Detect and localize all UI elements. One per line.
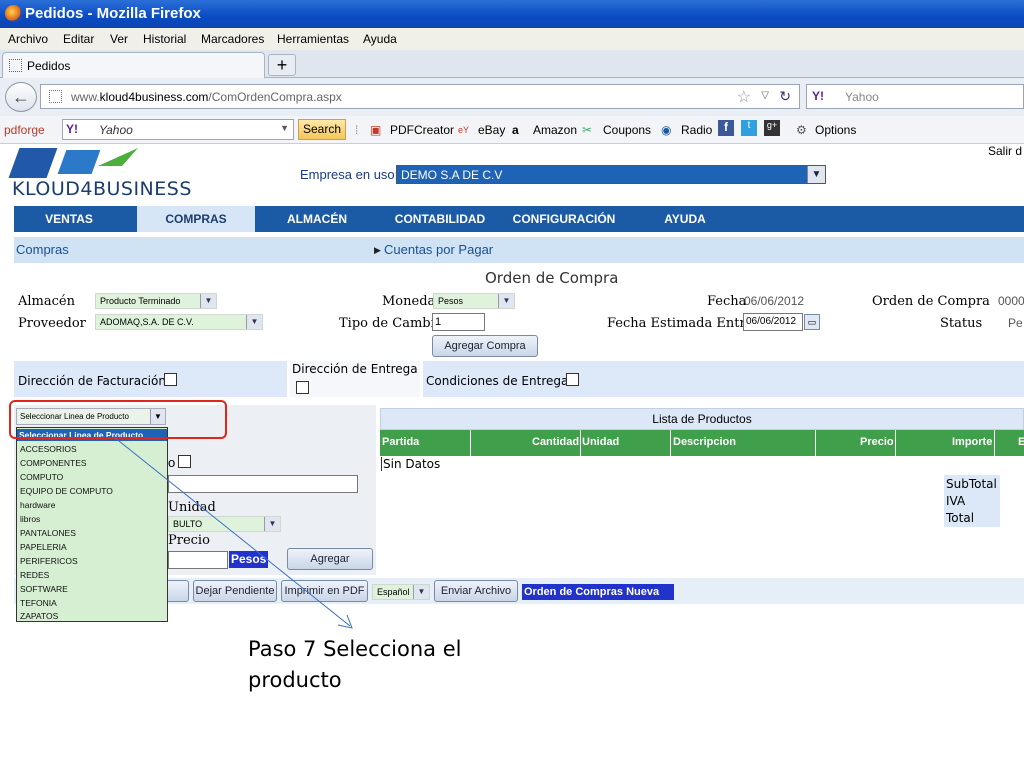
annotation-text: Paso 7 Selecciona el producto bbox=[248, 634, 461, 696]
annotation-line-2: producto bbox=[248, 668, 342, 692]
annotation-arrow bbox=[113, 436, 353, 629]
annotation-line-1: Paso 7 Selecciona el bbox=[248, 637, 462, 661]
